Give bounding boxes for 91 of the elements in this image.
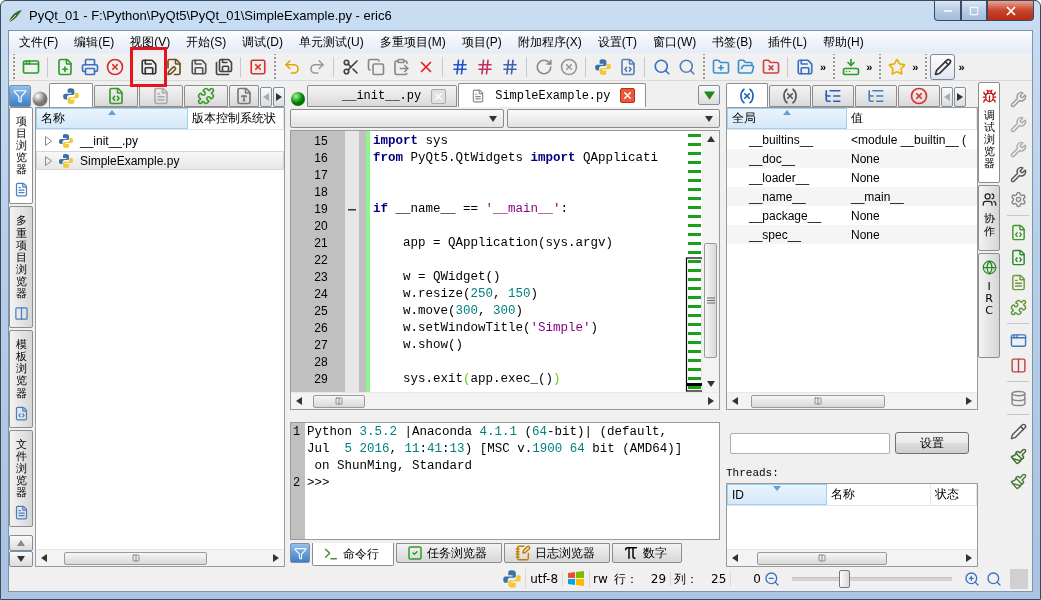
line-number: 16 xyxy=(313,150,328,167)
line-number: 25 xyxy=(313,303,328,320)
code-line: if __name__ == '__main__': xyxy=(373,202,569,216)
line-value: 29 xyxy=(640,572,672,586)
menu-item[interactable]: 设置(T) xyxy=(589,33,645,51)
console-text: Jul 5 2016, 11:41:13) [MSC v.1900 64 bit (AMD64)] xyxy=(307,442,683,456)
column-label: 列： xyxy=(673,570,700,588)
menu-item[interactable]: 开始(S) xyxy=(178,33,235,51)
menu-item[interactable]: 单元测试(U) xyxy=(291,33,372,51)
threads-label: Threads: xyxy=(726,467,779,479)
code-line: w = QWidget() xyxy=(402,270,501,284)
column-header[interactable]: ID xyxy=(727,484,827,505)
line-number: 2 xyxy=(292,475,302,492)
encoding-label: utf-8 xyxy=(526,572,564,586)
variable-value: None xyxy=(850,208,881,223)
menu-item[interactable]: 插件(L) xyxy=(760,33,815,51)
menu-item[interactable]: 帮助(H) xyxy=(815,33,872,51)
variable-name: __loader__ xyxy=(748,170,811,185)
code-line: app = QApplication(sys.argv) xyxy=(402,236,614,250)
side-tab[interactable]: IRC xyxy=(978,252,1000,358)
line-number: 15 xyxy=(313,133,328,150)
menu-item[interactable]: 调试(D) xyxy=(234,33,291,51)
code-line: from PyQt5.QtWidgets import QApplicati xyxy=(373,151,659,165)
menu-item[interactable]: 视图(V) xyxy=(122,33,179,51)
variable-name: __package__ xyxy=(748,208,823,223)
variable-name: __doc__ xyxy=(748,151,797,166)
bottom-tab[interactable]: 命令行 xyxy=(312,543,394,566)
menu-item[interactable]: 编辑(E) xyxy=(66,33,123,51)
column-header[interactable]: 名称 xyxy=(36,108,188,129)
more-button[interactable]: » xyxy=(817,60,830,73)
console-text: >>> xyxy=(307,476,330,490)
console-text: on ShunMing, Standard xyxy=(313,459,473,473)
line-number: 26 xyxy=(313,320,328,337)
line-number: 28 xyxy=(313,354,328,371)
side-tab[interactable]: 协作 xyxy=(978,185,1000,251)
code-line: w.resize(250, 150) xyxy=(402,287,539,301)
menu-item[interactable]: 文件(F) xyxy=(11,33,67,51)
side-tab[interactable]: 多重项目浏览器 xyxy=(9,206,33,329)
line-number: 17 xyxy=(313,167,328,184)
variable-value: None xyxy=(850,170,881,185)
more-button[interactable]: » xyxy=(955,60,968,73)
code-line: w.move(300, 300) xyxy=(402,304,524,318)
line-number: 18 xyxy=(313,184,328,201)
shell-console[interactable]: 1 2 Python 3.5.2 |Anaconda 4.1.1 (64-bit)| (default, Jul 5 2016, 11:41:13) [MSC v.1900 64 bit (AMD64)] on ShunMing, Standard >>> xyxy=(290,422,720,540)
line-number: 24 xyxy=(313,286,328,303)
variable-value: None xyxy=(850,227,881,242)
tree-item[interactable]: __init__.py xyxy=(36,131,284,150)
line-number: 20 xyxy=(313,218,328,235)
bottom-tab[interactable]: 日志浏览器 xyxy=(504,543,610,563)
variable-name: __name__ xyxy=(748,189,807,204)
zoom-value: 0 xyxy=(752,572,762,586)
menu-item[interactable]: 窗口(W) xyxy=(645,33,705,51)
line-label: 行： xyxy=(612,570,639,588)
bottom-tab[interactable]: 数字 xyxy=(612,543,682,563)
column-value: 25 xyxy=(701,572,732,586)
variable-name: __builtins__ xyxy=(748,132,815,147)
variable-value: None xyxy=(850,151,881,166)
line-number: 23 xyxy=(313,269,328,286)
line-number: 29 xyxy=(313,371,328,388)
variable-value: __main__ xyxy=(850,189,905,204)
editor-tab[interactable]: SimpleExample.py xyxy=(458,83,647,107)
column-header[interactable]: 全局 xyxy=(727,108,847,129)
line-number: 22 xyxy=(313,252,328,269)
column-header[interactable]: 状态 xyxy=(931,484,977,505)
side-tab[interactable]: 模板浏览器 xyxy=(9,330,33,428)
code-line: import sys xyxy=(373,134,449,148)
line-number: 19 xyxy=(313,201,328,218)
bottom-tab[interactable]: 任务浏览器 xyxy=(396,543,502,563)
more-button[interactable]: » xyxy=(909,60,922,73)
line-number: 21 xyxy=(313,235,328,252)
variable-name: __spec__ xyxy=(748,227,803,242)
console-text: Python 3.5.2 |Anaconda 4.1.1 (64-bit)| (default, xyxy=(307,425,668,439)
code-line: sys.exit(app.exec_()) xyxy=(402,372,561,386)
code-line: w.setWindowTitle('Simple') xyxy=(402,321,599,335)
settings-button[interactable]: 设置 xyxy=(895,432,969,454)
line-number: 1 xyxy=(292,424,302,441)
side-tab[interactable]: 文件浏览器 xyxy=(9,429,33,528)
variable-value: <module __builtin__ ( xyxy=(850,132,968,147)
menu-item[interactable]: 书签(B) xyxy=(704,33,761,51)
code-line: w.show() xyxy=(402,338,463,352)
window-title: PyQt_01 - F:\Python\PyQt5\PyQt_01\SimpleExample.py - eric6 xyxy=(29,8,392,23)
side-tab[interactable]: 调试浏览器 xyxy=(978,82,1000,184)
menu-item[interactable]: 附加程序(X) xyxy=(509,33,590,51)
menu-item[interactable]: 项目(P) xyxy=(453,33,510,51)
editor-tab[interactable]: __init__.py xyxy=(307,85,458,107)
side-tab[interactable]: 项目浏览器 xyxy=(9,107,33,205)
menu-item[interactable]: 多重项目(M) xyxy=(371,33,454,51)
mode-label: rw xyxy=(592,572,609,586)
tree-item[interactable]: SimpleExample.py xyxy=(36,151,284,170)
line-number: 27 xyxy=(313,337,328,354)
more-button[interactable]: » xyxy=(863,60,876,73)
